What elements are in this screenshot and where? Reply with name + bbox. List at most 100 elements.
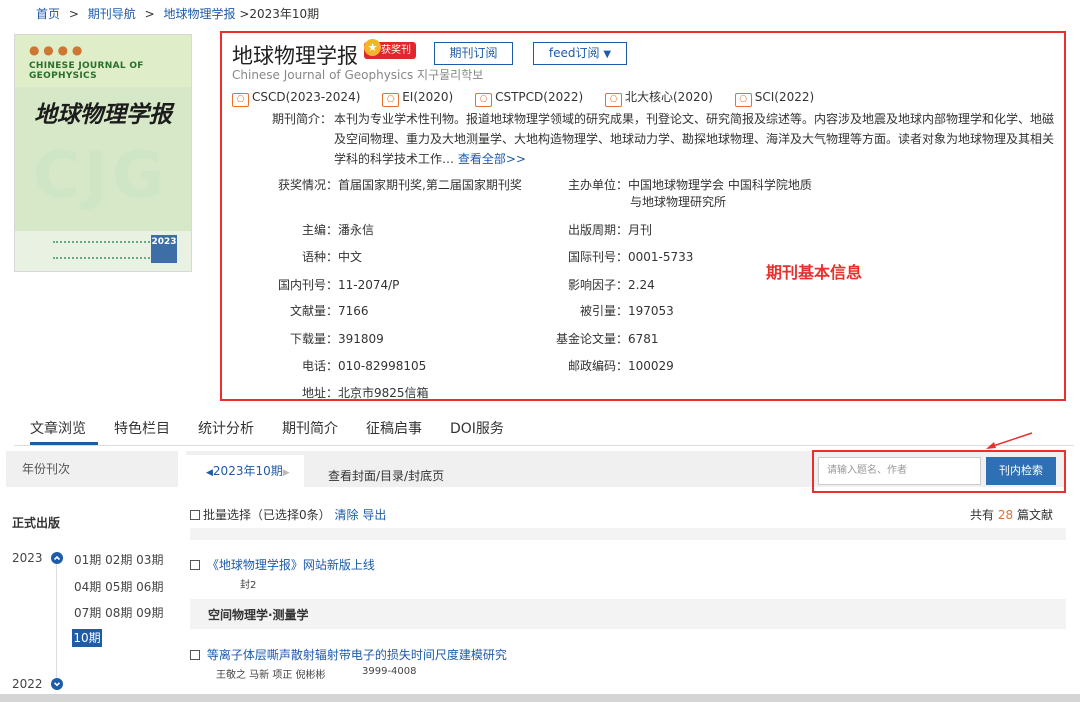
field-address: 地址：北京市9825信箱 — [301, 386, 429, 400]
index-item[interactable]: ⎔ CSTPCD(2022) — [475, 90, 583, 107]
article-title[interactable]: 《地球物理学报》网站新版上线 — [207, 558, 375, 572]
total-count: 共有 28 篇文献 — [970, 508, 1053, 522]
field-citations: 被引量：197053 — [579, 304, 674, 318]
feed-subscribe-button[interactable]: feed订阅 ▼ — [533, 42, 627, 65]
intro-text: 本刊为专业学术性刊物。报道地球物理学领域的研究成果，刊登论文、研究简报及综述等。… — [334, 112, 1055, 166]
index-badge-icon: ⎔ — [232, 93, 249, 107]
breadcrumb-journal-nav[interactable]: 期刊导航 — [88, 7, 136, 21]
cover-english-title: CHINESE JOURNAL OF GEOPHYSICS — [29, 61, 144, 81]
field-cn-issn: 国内刊号：11-2074/P — [277, 278, 400, 292]
cover-chinese-title: 地球物理学报 — [34, 101, 172, 128]
year-2023-label[interactable]: 2023 — [12, 551, 43, 565]
search-placeholder: 请输入题名、作者 — [827, 465, 907, 476]
tab-article-browse[interactable]: 文章浏览 — [30, 418, 98, 445]
article-item: 等离子体层嘶声散射辐射带电子的损失时间尺度建模研究 — [190, 646, 507, 663]
next-issue-icon[interactable]: ▶ — [283, 468, 290, 478]
current-issue-month[interactable]: 10期 — [72, 629, 102, 647]
subscribe-button[interactable]: 期刊订阅 — [434, 42, 513, 65]
tab-featured-columns[interactable]: 特色栏目 — [114, 418, 170, 445]
article-checkbox[interactable] — [190, 560, 200, 570]
field-language: 语种：中文 — [301, 250, 363, 264]
cover-logo-icon: ● ● ● ● — [29, 43, 83, 57]
breadcrumb-home[interactable]: 首页 — [36, 7, 60, 21]
tab-journal-intro[interactable]: 期刊简介 — [282, 418, 338, 445]
tab-doi-service[interactable]: DOI服务 — [450, 418, 504, 445]
article-meta: 封2 — [240, 580, 257, 591]
feed-button-label: feed订阅 — [548, 46, 600, 60]
cover-publisher-lines — [53, 241, 153, 259]
field-postcode: 邮政编码：100029 — [567, 359, 674, 373]
field-doc-count: 文献量：7166 — [289, 304, 369, 318]
annotation-arrow-icon — [986, 432, 1033, 449]
index-item[interactable]: ⎔ SCI(2022) — [734, 90, 814, 107]
field-sponsor: 主办单位：中国地球物理学会 中国科学院地质 — [567, 178, 812, 192]
journal-intro: 期刊简介： 本刊为专业学术性刊物。报道地球物理学领域的研究成果，刊登论文、研究简… — [272, 109, 1062, 169]
breadcrumb-current: >2023年10期 — [239, 7, 320, 21]
chevron-down-icon: ▼ — [603, 49, 612, 60]
field-issn: 国际刊号：0001-5733 — [567, 250, 694, 264]
award-star-icon: ★ — [364, 39, 381, 56]
list-separator — [190, 528, 1066, 540]
index-badge-icon: ⎔ — [734, 93, 752, 107]
article-item: 《地球物理学报》网站新版上线 — [190, 556, 375, 573]
field-impact-factor: 影响因子：2.24 — [567, 278, 655, 292]
view-cover-link[interactable]: 查看封面/目录/封底页 — [328, 467, 444, 484]
month-list-row1[interactable]: 01期 02期 03期 — [74, 551, 163, 568]
month-list-row2[interactable]: 04期 05期 06期 — [74, 578, 163, 595]
breadcrumb-separator: > — [68, 7, 79, 21]
search-button[interactable]: 刊内检索 — [986, 457, 1056, 485]
field-fund-papers: 基金论文量：6781 — [555, 332, 659, 346]
index-list: ⎔ CSCD(2023-2024) ⎔ EI(2020) ⎔ CSTPCD(2022)… — [232, 88, 832, 107]
journal-cover-image[interactable]: ● ● ● ● CHINESE JOURNAL OF GEOPHYSICS 地球… — [14, 34, 192, 272]
sidebar-header: 年份刊次 — [6, 451, 178, 487]
sidebar-section-title: 正式出版 — [12, 516, 61, 530]
horizontal-scrollbar[interactable] — [0, 694, 1080, 702]
issue-selector[interactable]: ◀2023年10期▶ — [186, 455, 304, 487]
month-list-row3[interactable]: 07期 08期 09期 — [74, 604, 163, 621]
year-2022-label[interactable]: 2022 — [12, 677, 43, 691]
index-item[interactable]: ⎔ EI(2020) — [382, 90, 453, 107]
tab-call-for-papers[interactable]: 征稿启事 — [366, 418, 422, 445]
cover-year-badge: 2023 — [151, 235, 177, 263]
index-badge-icon: ⎔ — [382, 93, 400, 107]
tab-statistics[interactable]: 统计分析 — [198, 418, 254, 445]
timeline-divider — [56, 560, 57, 678]
info-annotation-label: 期刊基本信息 — [766, 263, 863, 282]
export-link[interactable]: 导出 — [362, 508, 386, 522]
index-item[interactable]: ⎔ 北大核心(2020) — [605, 88, 713, 107]
clear-link[interactable]: 清除 — [334, 508, 358, 522]
breadcrumb: 首页 > 期刊导航 > 地球物理学报 >2023年10期 — [36, 5, 319, 22]
search-input[interactable]: 请输入题名、作者 — [818, 457, 981, 485]
breadcrumb-separator: > — [144, 7, 155, 21]
chevron-up-icon[interactable] — [51, 552, 63, 564]
field-awards: 获奖情况：首届国家期刊奖,第二届国家期刊奖 — [277, 178, 522, 192]
chevron-down-icon[interactable] — [51, 678, 63, 690]
batch-checkbox[interactable] — [190, 510, 200, 520]
field-phone: 电话：010-82998105 — [301, 359, 427, 373]
field-sponsor-line2: 与地球物理研究所 — [630, 195, 727, 209]
index-badge-icon: ⎔ — [475, 93, 493, 107]
breadcrumb-journal[interactable]: 地球物理学报 — [163, 7, 235, 21]
cover-footer: 2023 — [15, 231, 191, 271]
prev-issue-icon[interactable]: ◀ — [206, 468, 213, 478]
section-bar — [190, 599, 1066, 629]
article-checkbox[interactable] — [190, 650, 200, 660]
issue-label: 2023年10期 — [212, 464, 283, 478]
intro-more-link[interactable]: 查看全部>> — [458, 152, 526, 166]
article-pages: 3999-4008 — [362, 666, 417, 677]
content-tabs: 文章浏览 特色栏目 统计分析 期刊简介 征稿启事 DOI服务 — [14, 418, 1074, 446]
batch-label: 批量选择（已选择0条） — [203, 508, 331, 522]
index-badge-icon: ⎔ — [605, 93, 622, 107]
article-title[interactable]: 等离子体层嘶声散射辐射带电子的损失时间尺度建模研究 — [207, 648, 507, 662]
cover-watermark-text: CJG — [33, 139, 169, 213]
intro-label: 期刊简介： — [272, 112, 333, 126]
field-downloads: 下载量：391809 — [289, 332, 384, 346]
article-authors[interactable]: 王敬之 马新 项正 倪彬彬 — [216, 666, 326, 681]
journal-english-name: Chinese Journal of Geophysics 지구물리학보 — [232, 68, 484, 82]
field-editor: 主编：潘永信 — [301, 223, 375, 237]
batch-select-bar: 批量选择（已选择0条） 清除 导出 — [190, 506, 386, 523]
total-number: 28 — [997, 508, 1014, 522]
index-item[interactable]: ⎔ CSCD(2023-2024) — [232, 90, 360, 107]
field-frequency: 出版周期：月刊 — [567, 223, 653, 237]
section-title: 空间物理学·测量学 — [208, 608, 309, 622]
